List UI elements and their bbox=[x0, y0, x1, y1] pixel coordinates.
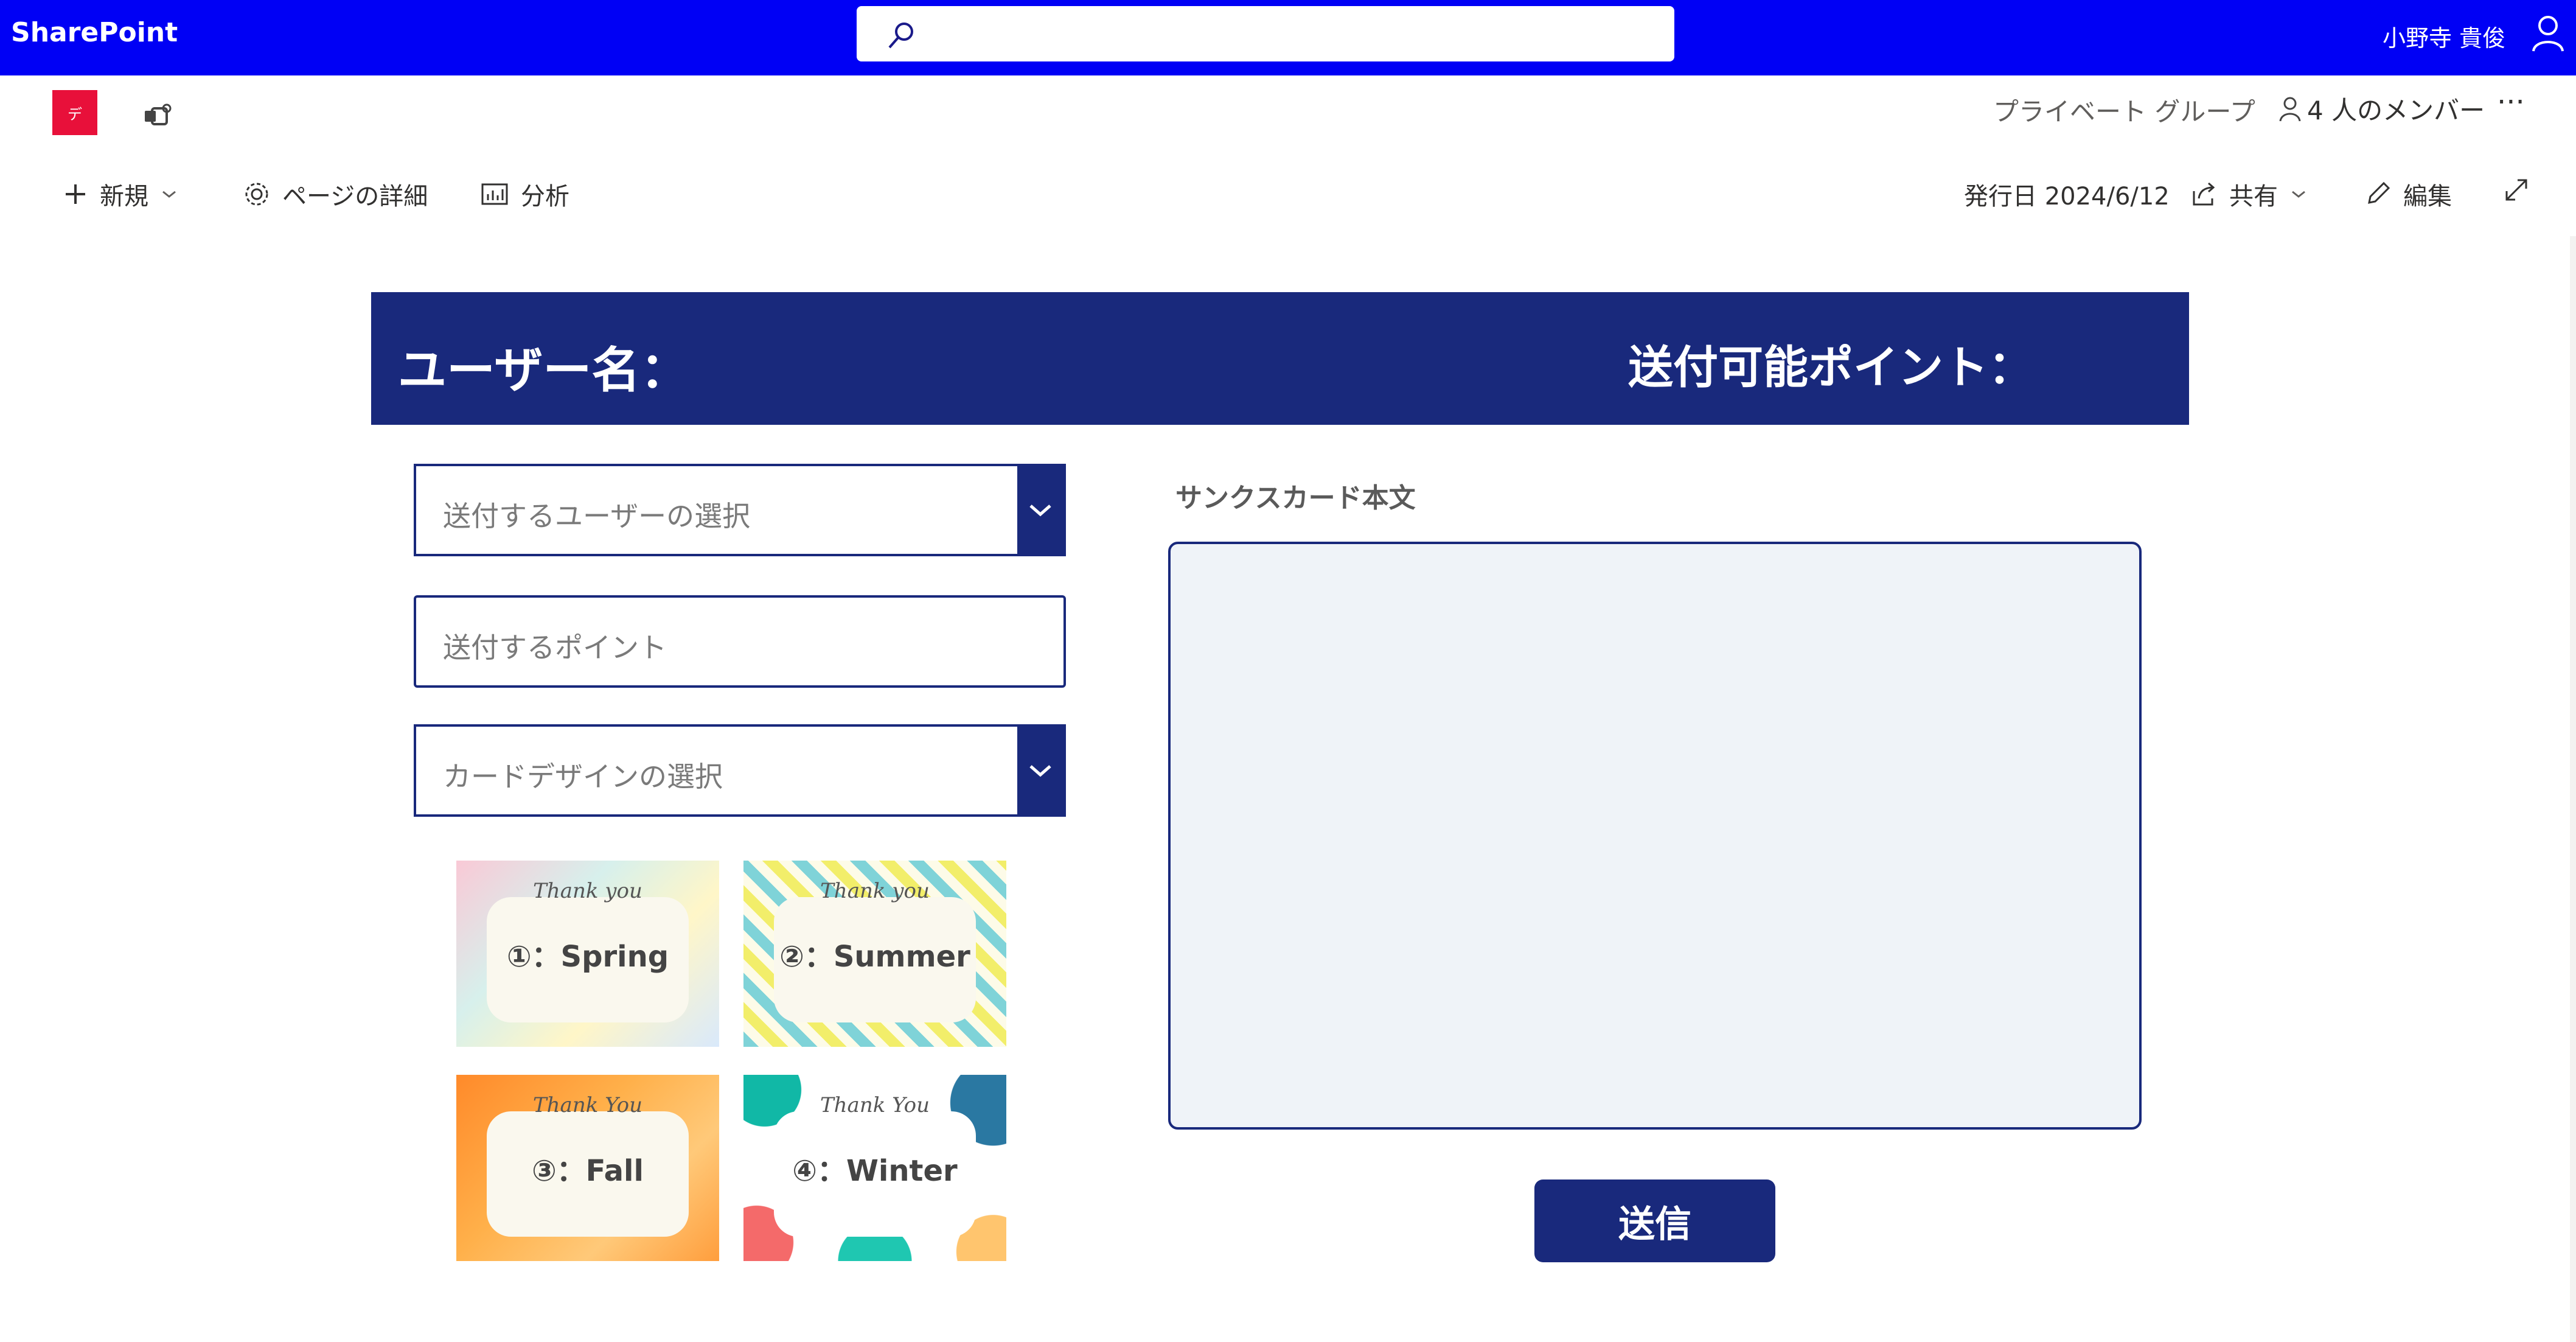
username-label: ユーザー名： bbox=[398, 342, 689, 399]
select-user-dropdown[interactable]: 送付するユーザーの選択 bbox=[414, 464, 1066, 556]
analytics-button[interactable]: 分析 bbox=[481, 176, 569, 212]
published-label: 発行日 2024/6/12 bbox=[1964, 183, 2170, 211]
chevron-down-icon bbox=[2292, 190, 2305, 198]
scrollbar[interactable] bbox=[2570, 236, 2576, 1342]
suite-bar: SharePoint 小野寺 貴俊 bbox=[0, 0, 2576, 75]
points-input[interactable]: 送付するポイント bbox=[414, 595, 1066, 688]
share-button[interactable]: 共有 bbox=[2190, 176, 2307, 212]
card-caption: ③：Fall bbox=[532, 1154, 644, 1188]
analytics-label: 分析 bbox=[521, 183, 569, 211]
site-logo[interactable]: デ bbox=[52, 90, 97, 135]
card-design-dropdown[interactable]: カードデザインの選択 bbox=[414, 724, 1066, 817]
message-label: サンクスカード本文 bbox=[1175, 483, 1416, 514]
gear-icon bbox=[245, 183, 268, 206]
points-placeholder: 送付するポイント bbox=[443, 631, 667, 664]
members-button[interactable]: 4 人のメンバー bbox=[2278, 90, 2485, 127]
card-caption: ④：Winter bbox=[792, 1154, 958, 1188]
user-name[interactable]: 小野寺 貴俊 bbox=[2383, 19, 2505, 53]
card-winter[interactable]: Thank You ④：Winter bbox=[743, 1075, 1006, 1261]
plus-icon bbox=[66, 184, 85, 204]
share-label: 共有 bbox=[2229, 183, 2278, 211]
edit-button[interactable]: 編集 bbox=[2364, 176, 2452, 212]
card-thank-text: Thank you bbox=[820, 879, 930, 903]
new-label: 新規 bbox=[100, 183, 148, 211]
card-spring[interactable]: Thank you ①：Spring bbox=[456, 861, 719, 1047]
expand-icon bbox=[2505, 179, 2527, 201]
more-icon[interactable]: ··· bbox=[2497, 85, 2525, 119]
analytics-icon bbox=[481, 183, 508, 205]
user-icon[interactable] bbox=[2531, 15, 2565, 52]
header-banner: ユーザー名： 送付可能ポイント： bbox=[371, 292, 2189, 425]
chevron-down-icon bbox=[1029, 505, 1051, 517]
card-thank-text: Thank You bbox=[532, 1093, 642, 1117]
page-details-label: ページの詳細 bbox=[282, 183, 428, 211]
select-user-placeholder: 送付するユーザーの選択 bbox=[443, 500, 751, 533]
share-icon bbox=[2193, 182, 2215, 206]
card-fall[interactable]: Thank You ③：Fall bbox=[456, 1075, 719, 1261]
new-button[interactable]: 新規 bbox=[63, 176, 178, 212]
members-label: 4 人のメンバー bbox=[2307, 96, 2485, 125]
privacy-label: プライベート グループ bbox=[1993, 97, 2255, 127]
pencil-icon bbox=[2368, 181, 2390, 204]
chevron-down-icon bbox=[162, 190, 176, 198]
dropdown-chevron[interactable] bbox=[1017, 727, 1063, 814]
card-caption: ①：Spring bbox=[506, 940, 669, 974]
search-input[interactable] bbox=[857, 6, 1674, 61]
person-icon bbox=[2279, 97, 2301, 121]
card-caption: ②：Summer bbox=[779, 940, 970, 974]
search-icon bbox=[888, 23, 913, 49]
send-button[interactable]: 送信 bbox=[1534, 1179, 1775, 1262]
chevron-down-icon bbox=[1029, 765, 1051, 777]
card-thank-text: Thank you bbox=[533, 879, 642, 903]
page-details-button[interactable]: ページの詳細 bbox=[243, 176, 428, 212]
published-date: 発行日 2024/6/12 bbox=[1964, 176, 2170, 212]
card-design-placeholder: カードデザインの選択 bbox=[443, 760, 723, 793]
dropdown-chevron[interactable] bbox=[1017, 466, 1063, 554]
card-summer[interactable]: Thank you ②：Summer bbox=[743, 861, 1006, 1047]
app-brand[interactable]: SharePoint bbox=[11, 17, 178, 48]
expand-button[interactable] bbox=[2503, 176, 2530, 203]
message-textarea[interactable] bbox=[1168, 542, 2142, 1130]
points-available-label: 送付可能ポイント： bbox=[1628, 341, 2033, 394]
edit-label: 編集 bbox=[2403, 183, 2452, 211]
teams-icon[interactable] bbox=[144, 103, 173, 128]
card-thank-text: Thank You bbox=[820, 1093, 930, 1117]
